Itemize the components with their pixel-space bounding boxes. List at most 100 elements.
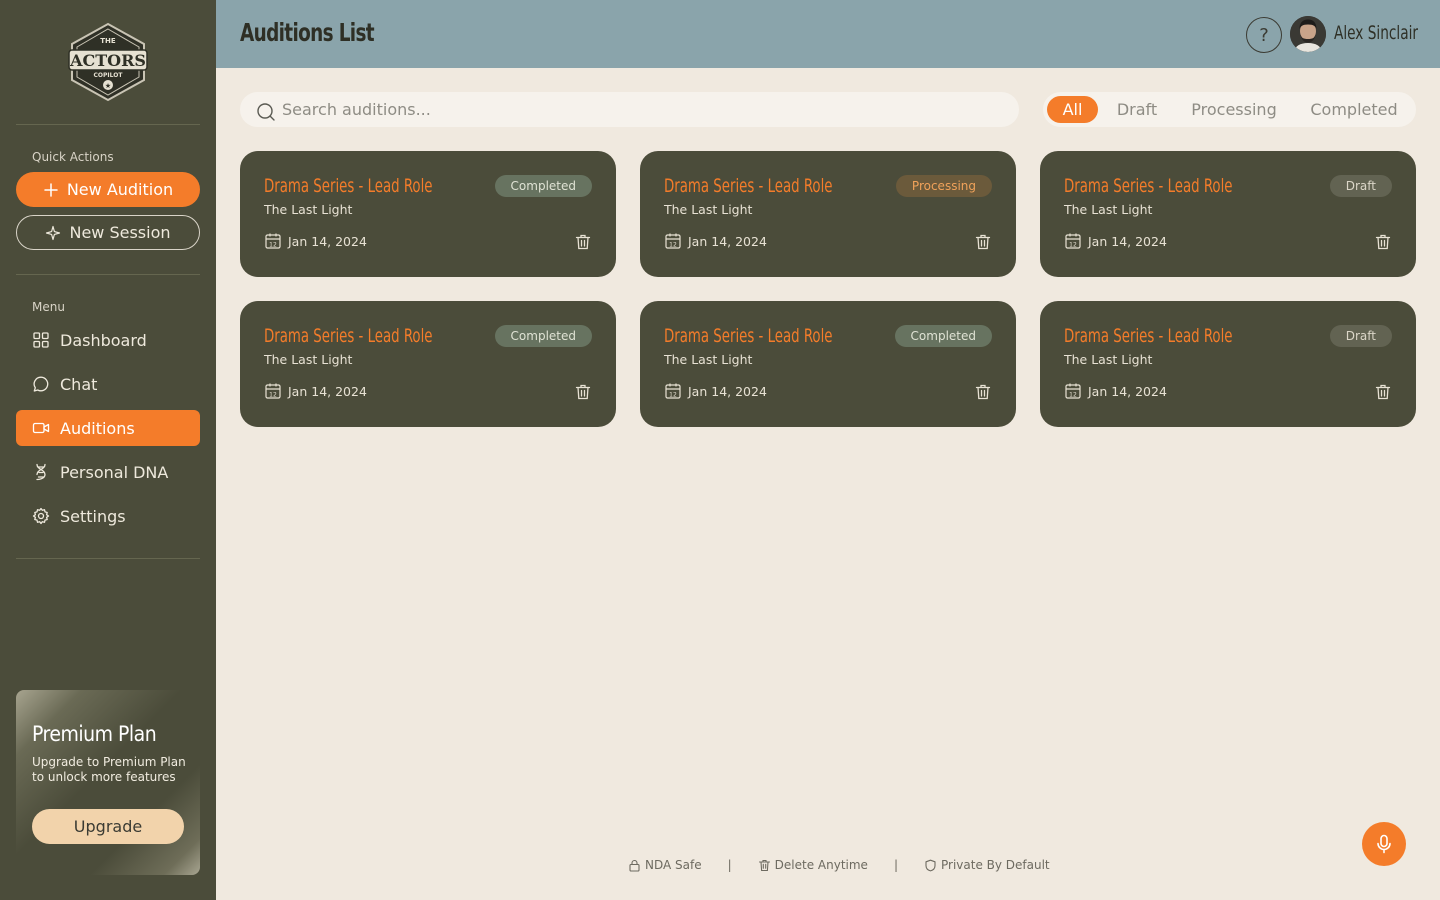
audition-card[interactable]: Drama Series - Lead Role Processing The …	[640, 151, 1016, 277]
svg-text:12: 12	[669, 391, 677, 398]
delete-icon[interactable]	[574, 233, 592, 251]
svg-text:★: ★	[105, 82, 111, 90]
calendar-icon: 12	[665, 383, 681, 399]
audition-title: Drama Series - Lead Role	[1064, 325, 1233, 347]
audition-date-text: Jan 14, 2024	[288, 383, 367, 399]
footer-item-private-by-default: Private By Default	[924, 858, 1050, 872]
audition-date: 12 Jan 14, 2024	[664, 382, 767, 400]
calendar-icon: 12	[1065, 233, 1081, 249]
footer-separator: |	[727, 858, 732, 872]
filter-completed[interactable]: Completed	[1304, 96, 1404, 123]
audition-title: Drama Series - Lead Role	[664, 325, 833, 347]
filter-draft[interactable]: Draft	[1106, 96, 1168, 123]
svg-text:12: 12	[669, 241, 677, 248]
trash-icon	[758, 859, 770, 871]
premium-plan-title: Premium Plan	[32, 722, 157, 746]
sidebar-item-auditions[interactable]: Auditions	[16, 410, 200, 446]
microphone-button[interactable]	[1362, 822, 1406, 866]
calendar-icon: 12	[1065, 383, 1081, 399]
audition-date: 12 Jan 14, 2024	[1064, 382, 1167, 400]
audition-date-text: Jan 14, 2024	[288, 233, 367, 249]
footer-label: Delete Anytime	[774, 858, 868, 872]
new-session-label: New Session	[69, 223, 171, 242]
dashboard-icon	[33, 332, 49, 348]
page-title: Auditions List	[240, 18, 375, 47]
sidebar-item-settings[interactable]: Settings	[16, 498, 200, 534]
footer-label: NDA Safe	[645, 858, 702, 872]
filter-processing[interactable]: Processing	[1182, 96, 1286, 123]
status-badge: Draft	[1329, 175, 1392, 197]
sidebar-item-dashboard[interactable]: Dashboard	[16, 322, 200, 358]
audition-subtitle: The Last Light	[1064, 352, 1153, 367]
svg-text:12: 12	[1069, 241, 1077, 248]
lock-icon	[629, 859, 640, 872]
audition-subtitle: The Last Light	[264, 352, 353, 367]
audition-date-text: Jan 14, 2024	[1088, 233, 1167, 249]
plus-icon	[44, 182, 58, 197]
actors-copilot-logo[interactable]: THE ACTORS COPILOT ★	[66, 22, 150, 102]
microphone-icon	[1377, 834, 1391, 854]
audition-date: 12 Jan 14, 2024	[264, 232, 367, 250]
footer-separator: |	[893, 858, 898, 872]
audition-date-text: Jan 14, 2024	[688, 383, 767, 399]
delete-icon[interactable]	[1374, 383, 1392, 401]
delete-icon[interactable]	[974, 383, 992, 401]
status-badge: Completed	[494, 175, 592, 197]
audition-title: Drama Series - Lead Role	[1064, 175, 1233, 197]
audition-subtitle: The Last Light	[1064, 202, 1153, 217]
logo-top-text: THE	[100, 37, 116, 45]
audition-card[interactable]: Drama Series - Lead Role Draft The Last …	[1040, 301, 1416, 427]
shield-icon	[925, 859, 936, 871]
audition-title: Drama Series - Lead Role	[264, 175, 433, 197]
audition-date-text: Jan 14, 2024	[1088, 383, 1167, 399]
audition-card[interactable]: Drama Series - Lead Role Completed The L…	[240, 301, 616, 427]
delete-icon[interactable]	[574, 383, 592, 401]
premium-plan-card: Premium Plan Upgrade to Premium Plan to …	[16, 690, 200, 875]
user-name[interactable]: Alex Sinclair	[1334, 22, 1418, 44]
audition-card[interactable]: Drama Series - Lead Role Draft The Last …	[1040, 151, 1416, 277]
audition-subtitle: The Last Light	[664, 202, 753, 217]
footer-item-delete-anytime: Delete Anytime	[758, 858, 868, 872]
new-session-button[interactable]: New Session	[16, 215, 200, 250]
audition-date: 12 Jan 14, 2024	[264, 382, 367, 400]
video-icon	[32, 422, 50, 434]
search-icon	[257, 102, 275, 121]
search-bar[interactable]	[240, 92, 1019, 127]
calendar-icon: 12	[265, 233, 281, 249]
status-badge: Processing	[895, 175, 992, 197]
new-audition-button[interactable]: New Audition	[16, 172, 200, 207]
audition-card[interactable]: Drama Series - Lead Role Completed The L…	[240, 151, 616, 277]
footer-label: Private By Default	[940, 858, 1050, 872]
status-filter-tabs: All Draft Processing Completed	[1043, 92, 1416, 127]
avatar[interactable]	[1290, 16, 1326, 52]
upgrade-button[interactable]: Upgrade	[32, 809, 184, 844]
user-avatar-icon	[1290, 16, 1326, 52]
logo-main-text: ACTORS	[69, 51, 146, 70]
sidebar-item-personal-dna[interactable]: Personal DNA	[16, 454, 200, 490]
status-badge: Draft	[1329, 325, 1392, 347]
search-input[interactable]	[282, 100, 982, 119]
delete-icon[interactable]	[974, 233, 992, 251]
audition-subtitle: The Last Light	[664, 352, 753, 367]
delete-icon[interactable]	[1374, 233, 1392, 251]
audition-subtitle: The Last Light	[264, 202, 353, 217]
sidebar-item-label: Auditions	[60, 418, 135, 438]
calendar-icon: 12	[665, 233, 681, 249]
sparkle-icon	[46, 225, 61, 240]
sidebar-item-chat[interactable]: Chat	[16, 366, 200, 402]
svg-text:12: 12	[269, 241, 277, 248]
sidebar-item-label: Dashboard	[60, 330, 147, 350]
gear-icon	[32, 507, 50, 525]
sidebar-item-label: Personal DNA	[60, 462, 169, 482]
status-badge: Completed	[894, 325, 992, 347]
audition-date: 12 Jan 14, 2024	[664, 232, 767, 250]
filter-all[interactable]: All	[1047, 96, 1098, 123]
audition-date: 12 Jan 14, 2024	[1064, 232, 1167, 250]
quick-actions-label: Quick Actions	[32, 150, 114, 164]
top-header: Auditions List ? Alex Sinclair	[216, 0, 1440, 68]
help-button[interactable]: ?	[1246, 17, 1282, 53]
audition-card[interactable]: Drama Series - Lead Role Completed The L…	[640, 301, 1016, 427]
sidebar-item-label: Chat	[60, 374, 98, 394]
audition-title: Drama Series - Lead Role	[264, 325, 433, 347]
calendar-icon: 12	[265, 383, 281, 399]
